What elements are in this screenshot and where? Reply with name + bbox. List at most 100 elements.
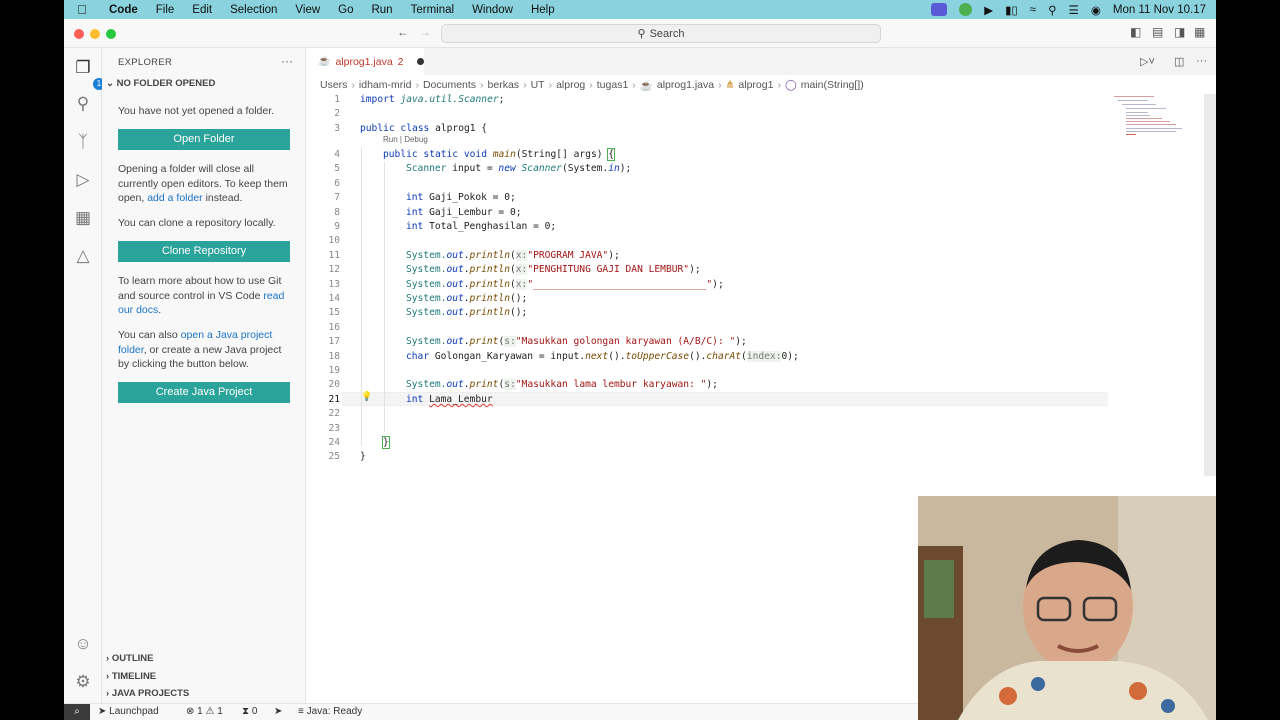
code-line-3: public class alprog1 { [360,123,488,134]
timeline-section-header[interactable]: › TIMELINE [106,671,156,682]
code-line-18: char Golongan_Karyawan = input.next().to… [406,351,799,362]
apple-icon[interactable]:  [64,2,100,17]
breadcrumb-berkas[interactable]: berkas [488,79,520,91]
control-center-icon[interactable]: ☰ [1069,3,1079,17]
battery-icon[interactable]: ▮▯ [1005,3,1018,17]
warning-count: 1 [217,706,223,717]
explorer-sidebar: EXPLORER ··· ⌄ NO FOLDER OPENED You have… [102,48,306,703]
siri-icon[interactable]: ◉ [1091,3,1101,17]
menu-view[interactable]: View [286,4,329,16]
lightbulb-icon[interactable]: 💡 [361,392,372,402]
code-line-8: int Gaji_Lembur = 0; [406,207,522,218]
breadcrumb-alprog[interactable]: alprog [556,79,585,91]
remote-indicator-icon[interactable]: ⌕ [64,704,90,720]
line-number: 23 [328,423,340,434]
app-status-icon[interactable] [959,3,973,16]
code-line-4: public static void main(String[] args) { [383,148,616,161]
back-arrow-icon[interactable]: ← [397,25,409,39]
unsaved-dot-icon[interactable] [416,58,424,65]
tab-label: alprog1.java [335,55,393,68]
search-view-icon[interactable]: ⚲ [73,94,93,114]
close-window-button[interactable] [74,29,84,39]
forward-arrow-icon[interactable]: → [419,25,431,39]
activity-bar: ❐ 1 ⚲ ᛉ ▷ ▦ △ ☺ ⚙ [64,48,105,703]
run-java-icon[interactable]: ▷˅ [1140,55,1155,68]
menu-edit[interactable]: Edit [183,4,221,16]
launchpad-item[interactable]: ➤ Launchpad [98,706,159,717]
chevron-right-icon: › [106,688,110,699]
customize-layout-icon[interactable]: ▦ [1194,25,1205,39]
breadcrumb: Users › idham-mrid › Documents › berkas › UT… [320,79,864,92]
window-titlebar: ← → ⚲ Search ◧ ▤ ◨ ▦ [64,19,1216,48]
code-line-24: } [382,436,390,449]
play-icon[interactable]: ▶ [984,3,993,17]
settings-gear-icon[interactable]: ⚙ [73,672,93,692]
problems-item[interactable]: ⊗ 1 ⚠ 1 [186,706,223,717]
chevron-right-icon: › [106,653,110,664]
code-line-7: int Gaji_Pokok = 0; [406,192,516,203]
menu-terminal[interactable]: Terminal [402,4,463,16]
line-number: 9 [334,221,340,232]
editor-more-icon[interactable]: ··· [1196,55,1207,67]
breadcrumb-file[interactable]: alprog1.java [657,79,714,91]
add-folder-link[interactable]: add a folder [147,192,202,204]
line-number: 18 [328,351,340,362]
debug-status-icon[interactable]: ➤ [274,706,282,717]
minimize-window-button[interactable] [90,29,100,39]
line-number: 15 [328,307,340,318]
zoom-window-button[interactable] [106,29,116,39]
menu-file[interactable]: File [147,4,184,16]
chevron-down-icon: ⌄ [106,78,114,89]
screen-share-icon[interactable] [931,3,948,16]
line-number: 17 [328,336,340,347]
clone-repository-button[interactable]: Clone Repository [118,241,290,262]
menu-selection[interactable]: Selection [221,4,286,16]
menu-go[interactable]: Go [329,4,362,16]
tab-problem-count: 2 [397,55,404,68]
outline-section-header[interactable]: › OUTLINE [106,653,154,664]
create-java-project-button[interactable]: Create Java Project [118,382,290,403]
breadcrumb-method[interactable]: main(String[]) [801,79,864,91]
menu-window[interactable]: Window [463,4,522,16]
account-icon[interactable]: ☺ [73,634,93,654]
explorer-icon[interactable]: ❐ 1 [73,58,105,90]
java-status-item[interactable]: ≡ Java: Ready [298,706,362,717]
breadcrumb-users[interactable]: Users [320,79,347,91]
java-projects-section-header[interactable]: › JAVA PROJECTS [106,688,189,699]
menubar-clock[interactable]: Mon 11 Nov 10.17 [1113,4,1206,16]
source-control-icon[interactable]: ᛉ [73,132,93,152]
extensions-icon[interactable]: ▦ [73,208,93,228]
toggle-panel-icon[interactable]: ▤ [1152,25,1163,39]
open-folder-button[interactable]: Open Folder [118,129,290,150]
method-symbol-icon: ◯ [784,79,797,91]
line-number: 12 [328,264,340,275]
breadcrumb-class[interactable]: alprog1 [738,79,773,91]
menu-run[interactable]: Run [362,4,401,16]
tab-alprog1-java[interactable]: ☕ alprog1.java 2 [306,48,424,75]
code-line-20: System.out.print(s:"Masukkan lama lembur… [406,379,718,390]
testing-icon[interactable]: △ [73,246,93,266]
breadcrumb-tugas1[interactable]: tugas1 [597,79,629,91]
more-actions-icon[interactable]: ··· [281,54,293,68]
menu-help[interactable]: Help [522,4,564,16]
breadcrumb-documents[interactable]: Documents [423,79,476,91]
wifi-icon[interactable]: ≈ [1030,4,1036,16]
run-debug-codelens[interactable]: Run | Debug [383,135,428,144]
no-folder-section-header[interactable]: ⌄ NO FOLDER OPENED [106,78,215,89]
code-line-5: Scanner input = new Scanner(System.in); [406,163,632,174]
line-number: 2 [334,108,340,119]
toggle-sidebar-icon[interactable]: ◧ [1130,25,1141,39]
menu-app-code[interactable]: Code [100,4,147,16]
minimap[interactable] [1112,94,1202,144]
command-center-search[interactable]: ⚲ Search [441,24,881,43]
vertical-scrollbar[interactable] [1204,94,1216,476]
presenter-video-image [918,496,1216,720]
ports-item[interactable]: ⧗ 0 [242,706,257,717]
breadcrumb-ut[interactable]: UT [531,79,545,91]
breadcrumb-user[interactable]: idham-mrid [359,79,412,91]
toggle-secondary-sidebar-icon[interactable]: ◨ [1174,25,1185,39]
split-editor-icon[interactable]: ◫ [1174,55,1184,68]
spotlight-search-icon[interactable]: ⚲ [1048,3,1056,17]
line-number: 7 [334,192,340,203]
run-debug-icon[interactable]: ▷ [73,170,93,190]
